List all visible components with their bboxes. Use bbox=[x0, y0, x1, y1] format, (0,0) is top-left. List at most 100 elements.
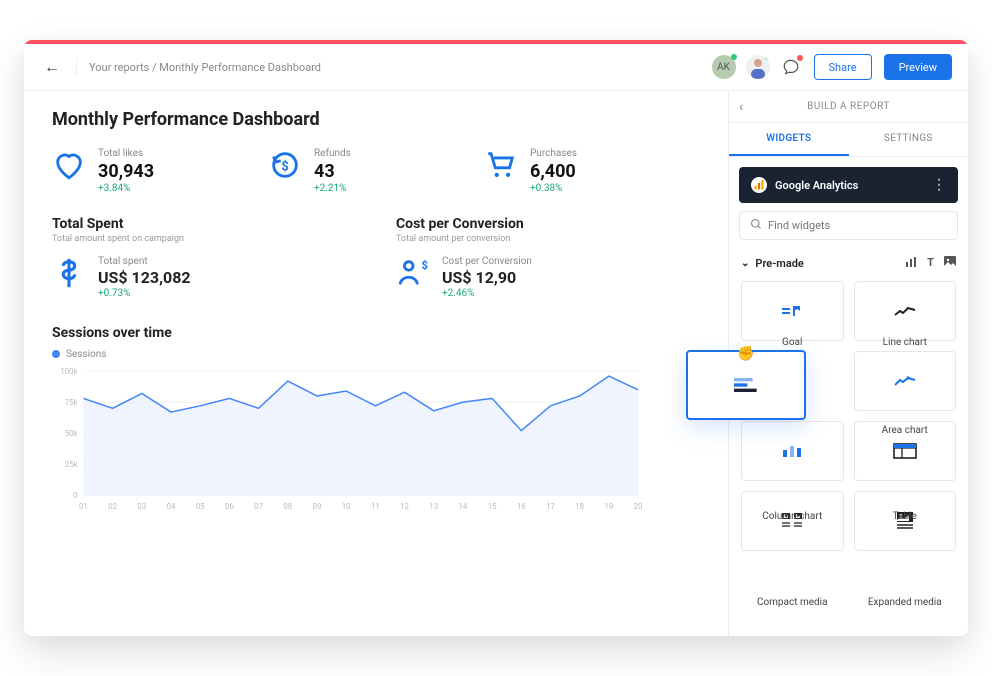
tab-widgets-label: WIDGETS bbox=[766, 133, 811, 144]
area-chart-icon bbox=[893, 369, 917, 393]
svg-text:18: 18 bbox=[575, 501, 584, 510]
notification-dot bbox=[797, 55, 803, 61]
preview-button[interactable]: Preview bbox=[884, 54, 952, 80]
dragging-widget-icon bbox=[730, 374, 762, 396]
more-icon[interactable]: ⋮ bbox=[932, 177, 946, 193]
svg-text:$: $ bbox=[281, 160, 288, 175]
section-subtitle: Total amount per conversion bbox=[396, 234, 700, 244]
chevron-left-icon[interactable]: ‹ bbox=[739, 99, 744, 115]
share-button-label: Share bbox=[829, 61, 857, 74]
page-title: Monthly Performance Dashboard bbox=[52, 109, 700, 130]
widget-labels-row-2: Area chart bbox=[729, 429, 968, 446]
svg-text:25k: 25k bbox=[65, 460, 78, 469]
kpi-row: Total likes 30,943 +3.84% $ Refunds 43 +… bbox=[52, 148, 700, 196]
svg-text:11: 11 bbox=[371, 501, 380, 510]
search-icon bbox=[750, 218, 762, 233]
dragging-widget[interactable]: ✊ bbox=[686, 350, 806, 420]
two-column-stats: Total Spent Total amount spent on campai… bbox=[52, 216, 700, 301]
panel-tabs: WIDGETS SETTINGS bbox=[729, 123, 968, 157]
premade-label: Pre-made bbox=[755, 257, 803, 270]
sessions-chart: 025k50k75k100k01020304050607080910111213… bbox=[52, 364, 642, 514]
legend-label: Sessions bbox=[66, 349, 106, 360]
stat-value: US$ 123,082 bbox=[98, 268, 191, 288]
total-spent-section: Total Spent Total amount spent on campai… bbox=[52, 216, 356, 301]
chart-section: Sessions over time Sessions 025k50k75k10… bbox=[52, 325, 700, 514]
kpi-purchases: Purchases 6,400 +0.38% bbox=[484, 148, 700, 196]
widget-label-expanded: Expanded media bbox=[854, 597, 957, 608]
kpi-change: +2.21% bbox=[314, 183, 351, 196]
widget-label-area: Area chart bbox=[854, 425, 957, 436]
google-analytics-icon bbox=[751, 177, 767, 193]
tab-widgets[interactable]: WIDGETS bbox=[729, 123, 849, 156]
dollar-icon bbox=[52, 256, 86, 290]
integration-label: Google Analytics bbox=[775, 179, 858, 192]
svg-text:01: 01 bbox=[79, 501, 88, 510]
avatar-stack: AK bbox=[712, 55, 802, 79]
svg-text:15: 15 bbox=[488, 501, 497, 510]
widget-label-line: Line chart bbox=[854, 337, 957, 348]
panel-title: BUILD A REPORT bbox=[807, 101, 890, 112]
grab-cursor-icon: ✊ bbox=[737, 346, 754, 362]
integration-card[interactable]: Google Analytics ⋮ bbox=[739, 167, 958, 203]
kpi-value: 30,943 bbox=[98, 161, 154, 184]
refund-icon: $ bbox=[268, 148, 302, 182]
line-chart-icon bbox=[893, 299, 917, 323]
image-icon[interactable] bbox=[944, 256, 956, 271]
presence-dot bbox=[731, 54, 737, 60]
svg-text:03: 03 bbox=[137, 501, 146, 510]
kpi-label: Total likes bbox=[98, 148, 154, 161]
legend-dot-icon bbox=[52, 350, 60, 358]
svg-text:05: 05 bbox=[196, 501, 205, 510]
stat-label: Cost per Conversion bbox=[442, 256, 532, 269]
search-input[interactable] bbox=[768, 219, 947, 232]
svg-text:100k: 100k bbox=[60, 367, 77, 376]
svg-text:12: 12 bbox=[400, 501, 409, 510]
widget-goal[interactable] bbox=[741, 281, 844, 341]
chevron-down-icon: ⌄ bbox=[741, 258, 749, 269]
goal-icon bbox=[780, 299, 804, 323]
premade-header[interactable]: ⌄ Pre-made T bbox=[729, 250, 968, 275]
tab-settings-label: SETTINGS bbox=[884, 133, 933, 144]
kpi-change: +0.38% bbox=[530, 183, 577, 196]
kpi-label: Purchases bbox=[530, 148, 577, 161]
text-icon[interactable]: T bbox=[927, 256, 934, 271]
heart-icon bbox=[52, 148, 86, 182]
svg-text:02: 02 bbox=[108, 501, 117, 510]
section-title: Total Spent bbox=[52, 216, 356, 232]
share-button[interactable]: Share bbox=[814, 54, 872, 80]
svg-text:$: $ bbox=[422, 257, 429, 271]
breadcrumb[interactable]: Your reports / Monthly Performance Dashb… bbox=[89, 61, 700, 74]
header-bar: ← Your reports / Monthly Performance Das… bbox=[24, 44, 968, 91]
chart-legend: Sessions bbox=[52, 349, 700, 360]
stat-label: Total spent bbox=[98, 256, 191, 269]
svg-text:17: 17 bbox=[546, 501, 555, 510]
svg-text:0: 0 bbox=[73, 491, 77, 500]
kpi-change: +3.84% bbox=[98, 183, 154, 196]
section-title: Cost per Conversion bbox=[396, 216, 700, 232]
tab-settings[interactable]: SETTINGS bbox=[849, 123, 969, 156]
svg-text:08: 08 bbox=[283, 501, 292, 510]
svg-text:19: 19 bbox=[604, 501, 613, 510]
stat-value: US$ 12,90 bbox=[442, 268, 532, 288]
kpi-label: Refunds bbox=[314, 148, 351, 161]
svg-text:50k: 50k bbox=[65, 429, 78, 438]
back-arrow-icon[interactable]: ← bbox=[40, 57, 64, 77]
chat-icon[interactable] bbox=[780, 56, 802, 78]
avatar-user[interactable]: AK bbox=[712, 55, 736, 79]
svg-text:20: 20 bbox=[634, 501, 642, 510]
widget-line[interactable] bbox=[854, 281, 957, 341]
svg-text:10: 10 bbox=[342, 501, 351, 510]
widget-label-column: Column chart bbox=[741, 511, 844, 522]
cart-icon bbox=[484, 148, 518, 182]
svg-text:09: 09 bbox=[313, 501, 322, 510]
app-window: ← Your reports / Monthly Performance Das… bbox=[24, 40, 968, 636]
search-widgets-field[interactable] bbox=[739, 211, 958, 240]
preview-button-label: Preview bbox=[899, 61, 937, 74]
avatar-secondary[interactable] bbox=[746, 55, 770, 79]
bar-chart-icon[interactable] bbox=[905, 256, 917, 271]
widget-label-goal: Goal bbox=[741, 337, 844, 348]
widget-label-compact: Compact media bbox=[741, 597, 844, 608]
widget-area[interactable] bbox=[854, 351, 957, 411]
widget-label-empty bbox=[741, 425, 844, 436]
svg-text:07: 07 bbox=[254, 501, 263, 510]
